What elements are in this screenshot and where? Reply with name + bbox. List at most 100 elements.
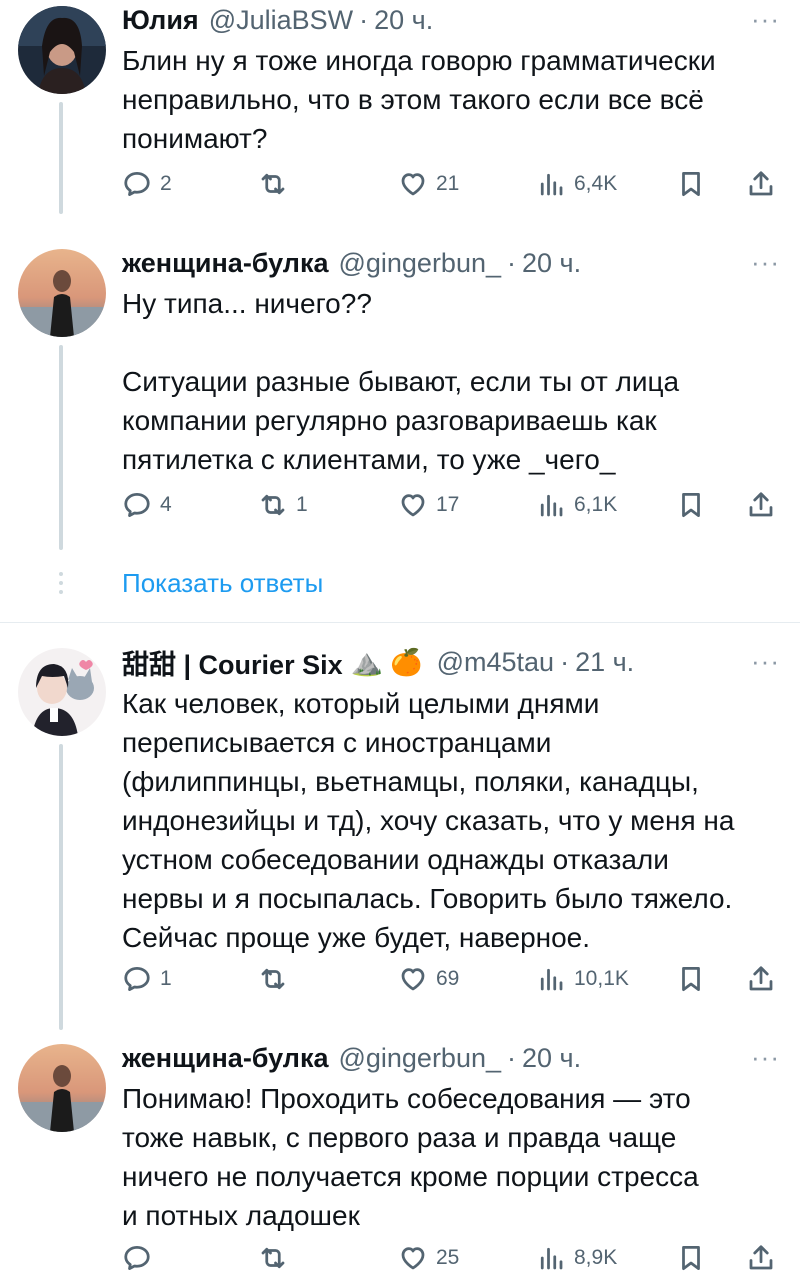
thread-line [59, 744, 63, 1030]
text-line: нервы и я посыпалась. Говорить было тяже… [122, 883, 733, 914]
retweet-icon [261, 1247, 285, 1269]
bookmark-icon [682, 967, 700, 991]
action-bar: 1 69 10,1K [122, 961, 782, 997]
bookmark-button[interactable] [676, 1240, 706, 1276]
reply-button[interactable]: 4 [122, 487, 172, 523]
avatar[interactable] [18, 249, 106, 337]
thread-line [59, 102, 63, 214]
more-options-icon[interactable]: ··· [751, 1042, 780, 1073]
text-line: неправильно, что в этом такого если все … [122, 84, 704, 115]
author-handle[interactable]: @m45tau [437, 647, 554, 678]
views-icon [540, 968, 563, 991]
views-icon [540, 1247, 563, 1270]
share-button[interactable] [746, 1240, 776, 1276]
author-name[interactable]: женщина-булка [122, 248, 328, 279]
thread-dots-icon [56, 572, 66, 598]
avatar[interactable] [18, 6, 106, 94]
reply-icon [124, 493, 150, 517]
author-handle[interactable]: @JuliaBSW [209, 5, 353, 36]
views-button[interactable]: 6,1K [536, 487, 617, 523]
views-button[interactable]: 8,9K [536, 1240, 617, 1276]
author-name[interactable]: 甜甜 | Courier Six [122, 643, 343, 682]
views-count: 6,1K [574, 493, 618, 516]
tweet-text: Блин ну я тоже иногда говорю грамматичес… [122, 41, 786, 158]
retweet-button[interactable] [258, 166, 296, 202]
reply-count: 2 [160, 172, 172, 195]
share-button[interactable] [746, 961, 776, 997]
retweet-icon [261, 968, 285, 990]
more-options-icon[interactable]: ··· [751, 4, 780, 35]
share-button[interactable] [746, 166, 776, 202]
separator-dot: · [560, 646, 570, 677]
like-count: 69 [436, 967, 460, 990]
bookmark-icon [682, 493, 700, 517]
like-button[interactable]: 17 [398, 487, 459, 523]
views-button[interactable]: 10,1K [536, 961, 629, 997]
bookmark-icon [682, 172, 700, 196]
share-icon [749, 966, 773, 991]
heart-icon [401, 494, 425, 517]
views-count: 6,4K [574, 172, 618, 195]
text-line: тоже навык, с первого раза и правда чаще [122, 1122, 677, 1153]
views-count: 10,1K [574, 967, 629, 990]
tweet-text: Понимаю! Проходить собеседования — это т… [122, 1079, 786, 1235]
text-line: Блин ну я тоже иногда говорю грамматичес… [122, 45, 716, 76]
reply-icon [124, 967, 150, 991]
thread-line [59, 345, 63, 550]
more-options-icon[interactable]: ··· [751, 247, 780, 278]
retweet-button[interactable]: 1 [258, 487, 308, 523]
share-icon [749, 1245, 773, 1270]
heart-icon [401, 968, 425, 991]
bookmark-button[interactable] [676, 961, 706, 997]
name-emoji: ⛰️ 🍊 [350, 646, 423, 677]
text-line: ничего не получается кроме порции стресс… [122, 1161, 699, 1192]
retweet-button[interactable] [258, 1240, 296, 1276]
like-count: 21 [436, 172, 460, 195]
views-icon [540, 173, 563, 196]
like-button[interactable]: 69 [398, 961, 459, 997]
timestamp[interactable]: 20 ч. [522, 1043, 581, 1074]
more-options-icon[interactable]: ··· [751, 646, 780, 677]
text-line: пятилетка с клиентами, то уже _чего_ [122, 444, 616, 475]
text-line: Ну типа... ничего?? [122, 288, 372, 319]
like-button[interactable]: 25 [398, 1240, 459, 1276]
like-count: 17 [436, 493, 460, 516]
avatar[interactable] [18, 648, 106, 736]
share-icon [749, 171, 773, 196]
author-handle[interactable]: @gingerbun_ [338, 248, 501, 279]
timestamp[interactable]: 20 ч. [522, 248, 581, 279]
tweet-text: Ну типа... ничего?? Ситуации разные быва… [122, 284, 786, 479]
tweet-text: Как человек, который целыми днями перепи… [122, 684, 786, 957]
timestamp[interactable]: 20 ч. [374, 5, 433, 36]
timestamp[interactable]: 21 ч. [575, 647, 634, 678]
share-button[interactable] [746, 487, 776, 523]
retweet-button[interactable] [258, 961, 296, 997]
reply-button[interactable] [122, 1240, 160, 1276]
action-bar: 2 21 6,4K [122, 166, 782, 202]
text-line: Ситуации разные бывают, если ты от лица [122, 366, 680, 397]
retweet-icon [261, 494, 285, 516]
bookmark-button[interactable] [676, 166, 706, 202]
bookmark-button[interactable] [676, 487, 706, 523]
text-line: устном собеседовании однажды отказали [122, 844, 669, 875]
tweet-header: 甜甜 | Courier Six ⛰️ 🍊 @m45tau · 21 ч. [122, 644, 634, 680]
action-bar: 25 8,9K [122, 1240, 782, 1276]
author-name[interactable]: Юлия [122, 5, 199, 36]
reply-button[interactable]: 2 [122, 166, 172, 202]
text-line: индонезийцы и тд), хочу сказать, что у м… [122, 805, 735, 836]
retweet-icon [261, 173, 285, 195]
avatar[interactable] [18, 1044, 106, 1132]
like-button[interactable]: 21 [398, 166, 459, 202]
views-count: 8,9K [574, 1246, 618, 1269]
reply-button[interactable]: 1 [122, 961, 172, 997]
author-name[interactable]: женщина-булка [122, 1043, 328, 1074]
text-line: Сейчас проще уже будет, наверное. [122, 922, 591, 953]
views-button[interactable]: 6,4K [536, 166, 617, 202]
divider [0, 622, 800, 623]
text-line: компании регулярно разговариваешь как [122, 405, 657, 436]
text-line: и потных ладошек [122, 1200, 360, 1231]
show-replies-link[interactable]: Показать ответы [122, 568, 323, 599]
author-handle[interactable]: @gingerbun_ [338, 1043, 501, 1074]
separator-dot: · [359, 4, 369, 35]
like-count: 25 [436, 1246, 460, 1269]
